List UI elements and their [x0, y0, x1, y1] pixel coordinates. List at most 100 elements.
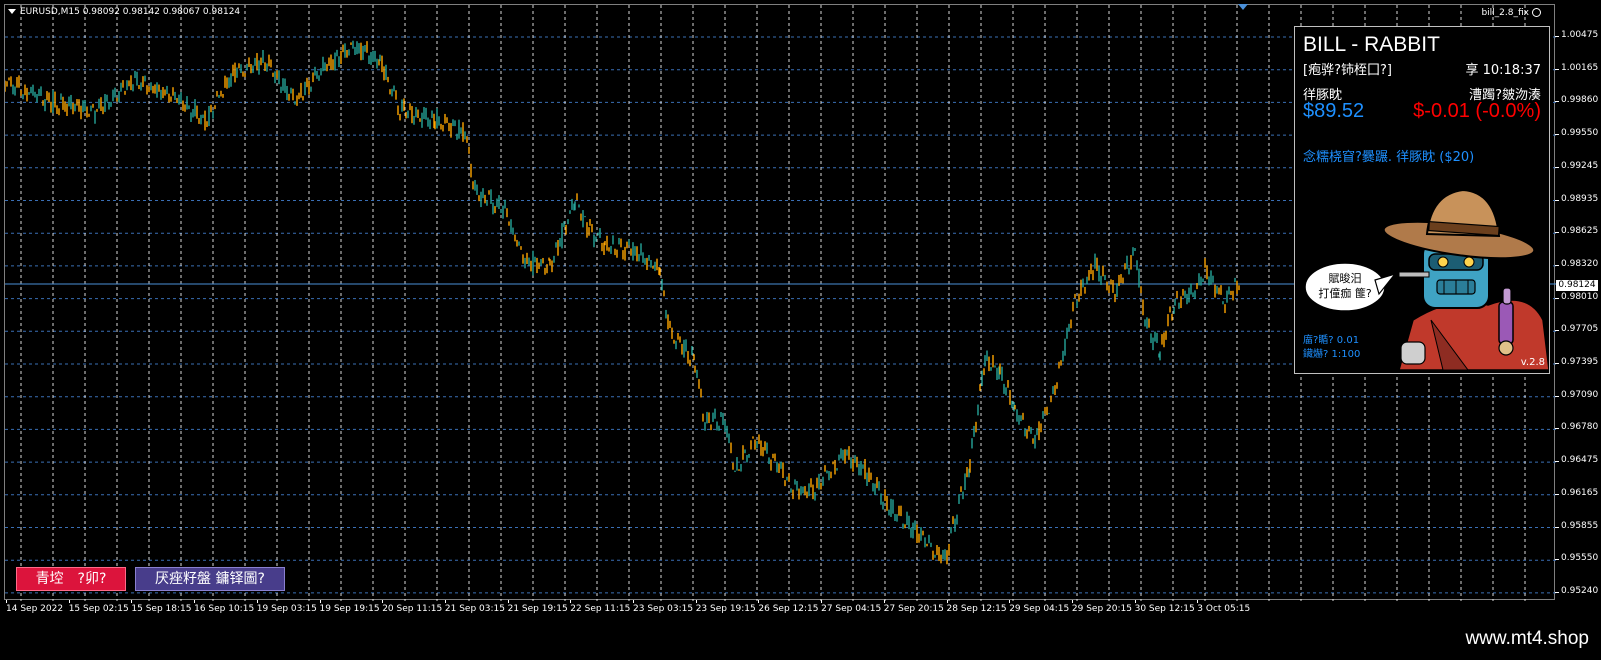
panel-note: 念糯桡窅?爨蹍. 徉豚眈 ($20) — [1303, 150, 1475, 165]
time-axis-tick — [194, 600, 196, 603]
time-axis-tick — [633, 600, 634, 603]
time-axis[interactable]: 14 Sep 2022 15 Sep 02:15 15 Sep 18:15 16 Se… — [4, 600, 1555, 616]
price-axis-label: 0.98625 — [1561, 226, 1599, 237]
time-axis-label: 20 Sep 11:15 — [382, 604, 443, 614]
indicator-label[interactable]: bill_2.8_fix — [1481, 8, 1541, 18]
price-axis-tick — [1555, 36, 1559, 37]
mt4-window: EURUSD,M15 0.98092 0.98142 0.98067 0.981… — [0, 0, 1601, 660]
profit-loss-value: $-0.01 (-0.0%) — [1413, 100, 1541, 122]
time-axis-label: 23 Sep 03:15 — [633, 604, 694, 614]
price-axis-tick — [1555, 526, 1559, 528]
price-axis-tick — [1555, 428, 1559, 430]
time-axis-label: 16 Sep 10:15 — [194, 604, 255, 614]
price-axis-tick — [1555, 461, 1559, 463]
time-axis-label: 21 Sep 03:15 — [444, 604, 505, 614]
price-axis-label: 0.97705 — [1561, 324, 1599, 335]
time-axis-tick — [319, 600, 321, 603]
time-axis-label: 28 Sep 12:15 — [946, 604, 1007, 614]
indicator-settings-icon[interactable] — [1532, 8, 1541, 17]
price-axis-label: 0.96780 — [1561, 422, 1599, 433]
price-axis-label: 0.99550 — [1561, 128, 1599, 139]
price-axis-tick — [1555, 68, 1559, 70]
price-axis-label: 0.98935 — [1561, 193, 1599, 204]
time-axis-label: 29 Sep 20:15 — [1071, 604, 1132, 614]
price-axis-tick — [1555, 395, 1559, 397]
price-axis-tick — [1555, 591, 1559, 593]
footer-bar: www.mt4.shop — [0, 616, 1601, 660]
time-axis-tick — [946, 600, 948, 603]
balance-value: $89.52 — [1303, 100, 1365, 122]
time-axis-tick — [758, 600, 760, 603]
symbol-quote-text: EURUSD,M15 0.98092 0.98142 0.98067 0.981… — [20, 7, 241, 17]
price-axis-label: 0.95240 — [1561, 585, 1599, 596]
time-axis-tick — [695, 600, 697, 603]
price-axis-tick — [1555, 101, 1559, 103]
time-axis-label: 15 Sep 18:15 — [131, 604, 192, 614]
speech-bubble-line2: 打僮痂 篚? — [1318, 286, 1371, 300]
price-axis-label: 0.96475 — [1561, 455, 1599, 466]
current-price-label: 0.98124 — [1556, 280, 1598, 291]
time-axis-tick — [382, 600, 384, 603]
time-axis-tick — [570, 600, 572, 603]
price-axis-label: 0.96165 — [1561, 487, 1599, 498]
time-axis-tick — [6, 600, 7, 603]
price-axis-tick — [1555, 493, 1559, 495]
time-axis-tick — [1197, 600, 1199, 603]
price-axis-label: 1.00475 — [1561, 30, 1599, 40]
time-axis-label: 19 Sep 03:15 — [256, 604, 317, 614]
price-axis-tick — [1555, 264, 1559, 266]
price-axis-tick — [1555, 330, 1559, 332]
price-axis-label: 0.95855 — [1561, 520, 1599, 531]
price-axis-label: 1.00165 — [1561, 62, 1599, 73]
shift-marker-icon[interactable] — [1238, 4, 1248, 10]
price-axis-tick — [1555, 134, 1559, 136]
time-axis-label: 19 Sep 19:15 — [319, 604, 380, 614]
time-axis-tick — [821, 600, 823, 603]
time-axis-label: 21 Sep 19:15 — [507, 604, 568, 614]
time-axis-tick — [1134, 600, 1136, 603]
price-axis-label: 0.97090 — [1561, 389, 1599, 400]
price-axis-tick — [1555, 559, 1559, 561]
panel-subtitle: [疱骅?铈桎囗?] — [1303, 63, 1392, 78]
panel-action-button-purple[interactable]: 厌痤籽盤 鏞铎圖? — [135, 567, 285, 591]
time-axis-tick — [68, 600, 70, 603]
price-axis-label: 0.95550 — [1561, 553, 1599, 564]
price-axis-label: 0.99860 — [1561, 95, 1599, 106]
price-axis-label: 0.98010 — [1561, 291, 1599, 302]
time-axis-label: 30 Sep 12:15 — [1134, 604, 1195, 614]
panel-server-time: 享 10:18:37 — [1465, 63, 1541, 78]
leverage-info: 鑶爀? 1:100 — [1303, 349, 1361, 360]
time-axis-label: 15 Sep 02:15 — [68, 604, 129, 614]
price-axis[interactable]: 1.00475 1.00165 0.99860 0.99550 0.99245 0.989… — [1555, 4, 1601, 600]
site-url[interactable]: www.mt4.shop — [1465, 628, 1589, 650]
candlestick-series — [5, 40, 1240, 565]
price-axis-label: 0.98320 — [1561, 258, 1599, 269]
dropdown-triangle-icon[interactable] — [8, 9, 16, 14]
time-axis-tick — [444, 600, 446, 603]
time-axis-tick — [1009, 600, 1011, 603]
time-axis-label: 29 Sep 04:15 — [1009, 604, 1070, 614]
price-axis-tick — [1555, 297, 1559, 299]
symbol-info-bar: EURUSD,M15 0.98092 0.98142 0.98067 0.981… — [8, 7, 240, 17]
time-axis-label: 3 Oct 05:15 — [1197, 604, 1251, 614]
panel-action-button-red[interactable]: 青埪 ?卯? — [16, 567, 126, 591]
price-axis-label: 0.97395 — [1561, 357, 1599, 367]
time-axis-label: 23 Sep 19:15 — [695, 604, 756, 614]
version-label: v.2.8 — [1520, 357, 1545, 368]
time-axis-tick — [256, 600, 258, 603]
time-axis-tick — [1071, 600, 1073, 603]
time-axis-label: 26 Sep 12:15 — [758, 604, 819, 614]
time-axis-label: 14 Sep 2022 — [6, 604, 64, 614]
indicator-name: bill_2.8_fix — [1481, 8, 1529, 18]
price-axis-tick — [1555, 166, 1559, 168]
spread-info: 庿?瞃? 0.01 — [1303, 335, 1360, 346]
time-axis-tick — [507, 600, 509, 603]
time-axis-tick — [883, 600, 885, 603]
price-axis-tick — [1555, 363, 1559, 364]
time-axis-label: 22 Sep 11:15 — [570, 604, 631, 614]
ea-info-panel: BILL - RABBIT [疱骅?铈桎囗?] 享 10:18:37 徉豚眈 漕… — [1294, 26, 1550, 374]
time-axis-label: 27 Sep 04:15 — [821, 604, 882, 614]
price-axis-tick — [1555, 199, 1559, 201]
price-axis-label: 0.99245 — [1561, 160, 1599, 171]
time-axis-tick — [131, 600, 133, 603]
